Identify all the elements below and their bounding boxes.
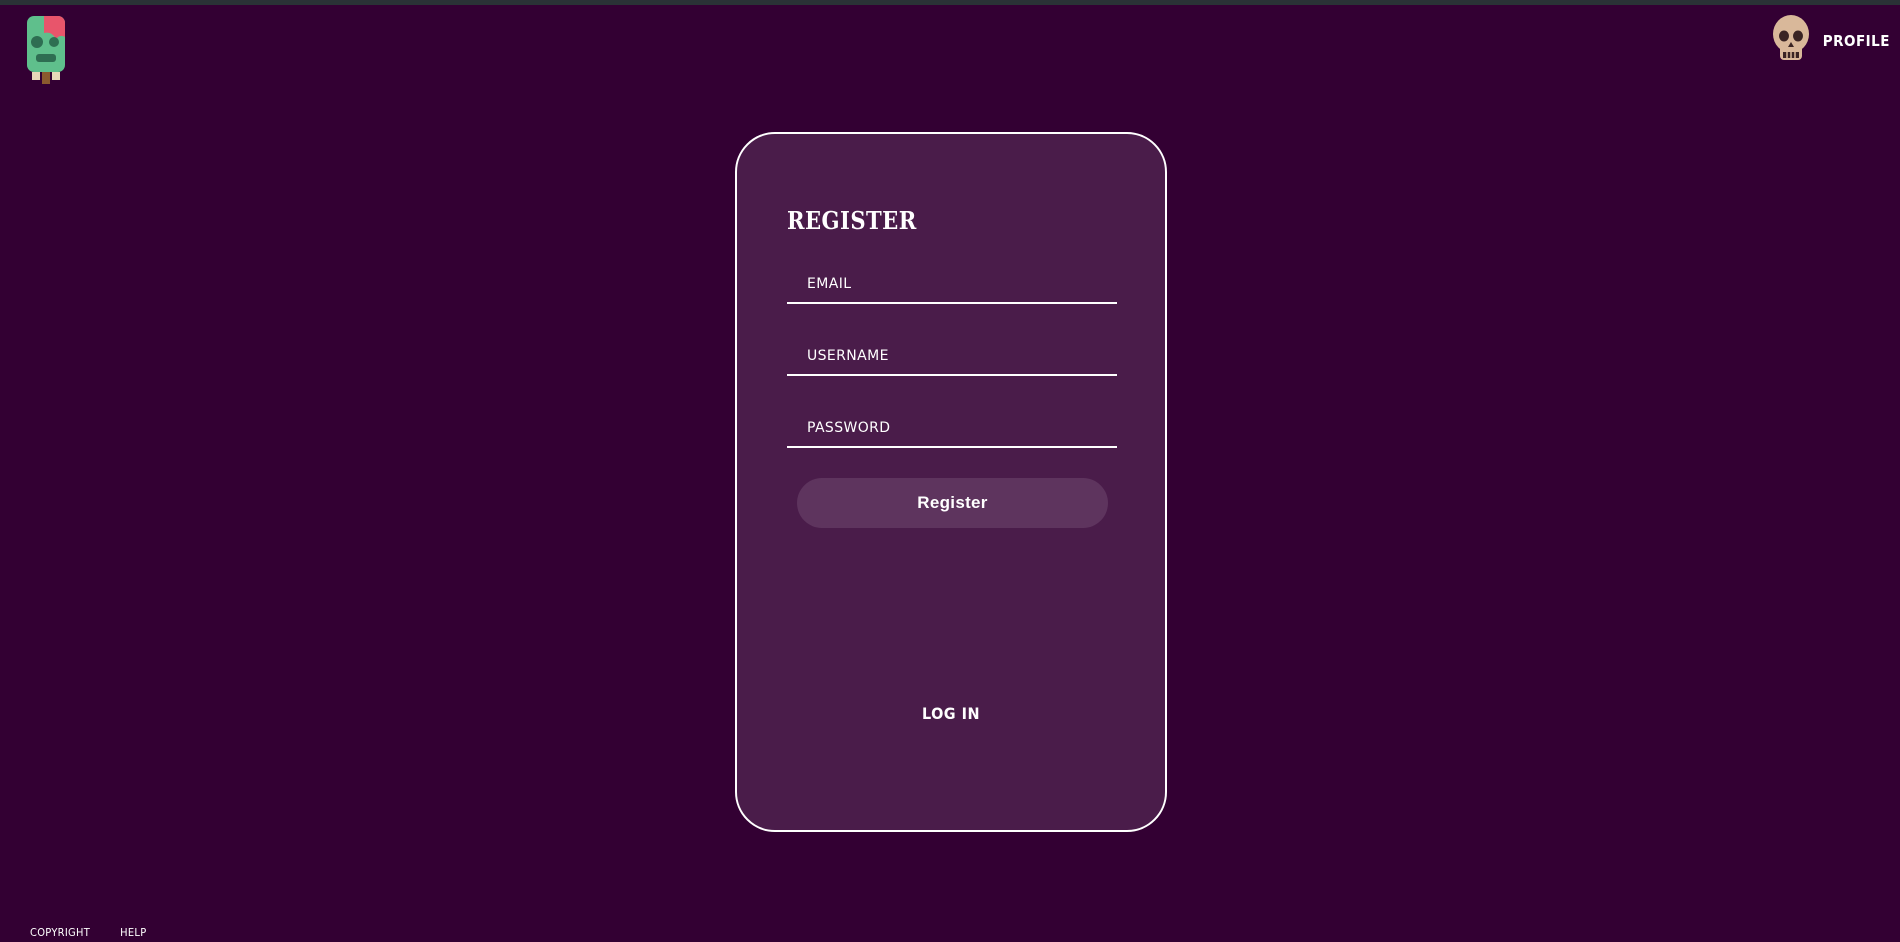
register-title: Register — [787, 206, 917, 235]
skull-icon — [1771, 14, 1811, 68]
profile-link[interactable]: Profile — [1771, 14, 1890, 68]
profile-label: Profile — [1822, 32, 1890, 50]
register-card: Register Register Log in — [735, 132, 1167, 832]
password-input[interactable] — [787, 404, 1117, 446]
footer-link-copyright[interactable]: Copyright — [30, 926, 90, 939]
email-field — [787, 260, 1117, 304]
register-button[interactable]: Register — [797, 478, 1108, 528]
email-input[interactable] — [787, 260, 1117, 302]
login-link[interactable]: Log in — [737, 704, 1165, 723]
username-field — [787, 332, 1117, 376]
footer: Copyright Help — [30, 926, 147, 939]
footer-link-help[interactable]: Help — [120, 926, 146, 939]
zombie-popsicle-icon[interactable] — [22, 14, 70, 86]
window-top-border — [0, 0, 1900, 5]
username-input[interactable] — [787, 332, 1117, 374]
password-field — [787, 404, 1117, 448]
